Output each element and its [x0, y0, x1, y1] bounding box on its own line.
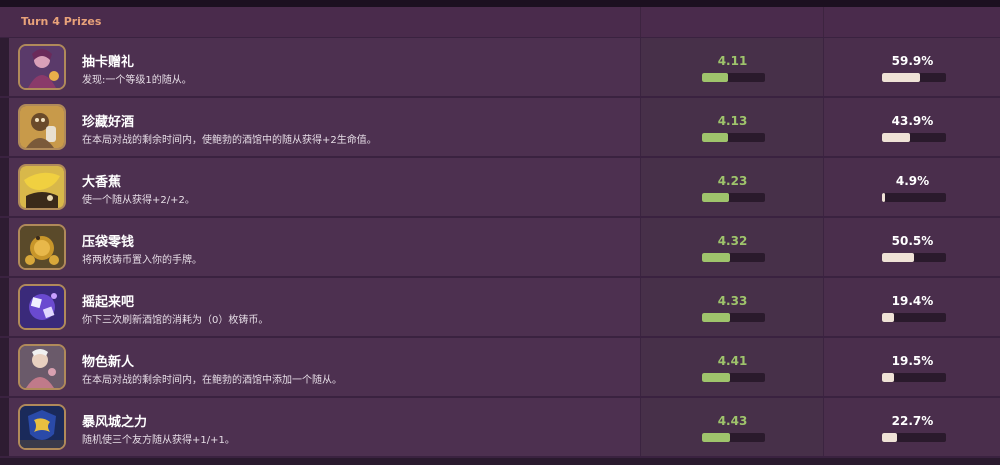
- new-recruit-portrait: [18, 344, 66, 390]
- big-banana-portrait: [18, 164, 66, 210]
- score-bar: [702, 133, 765, 142]
- pick-rate-cell: 43.9%: [823, 98, 1000, 156]
- score-cell: 4.33: [640, 278, 824, 336]
- score-bar: [702, 193, 765, 202]
- table-row[interactable]: 抽卡赠礼 发现:一个等级1的随从。 4.11 59.9%: [0, 38, 1000, 98]
- pick-rate-cell: 22.7%: [823, 398, 1000, 456]
- prize-name: 抽卡赠礼: [82, 55, 135, 70]
- prize-name: 压袋零钱: [82, 235, 135, 250]
- pick-rate-cell: 59.9%: [823, 38, 1000, 96]
- prize-name: 摇起来吧: [82, 295, 135, 310]
- pick-rate-cell: 19.4%: [823, 278, 1000, 336]
- pick-rate-bar-fill: [882, 73, 921, 82]
- prize-description: 随机使三个友方随从获得+1/+1。: [82, 435, 235, 446]
- score-cell: 4.43: [640, 398, 824, 456]
- pick-rate: 22.7%: [891, 414, 934, 428]
- score-bar-fill: [702, 433, 731, 442]
- prize-name: 大香蕉: [82, 175, 122, 190]
- prize-description: 发现:一个等级1的随从。: [82, 75, 192, 86]
- table-header: Turn 4 Prizes: [0, 7, 1000, 38]
- average-placement: 4.11: [717, 54, 748, 68]
- score-bar: [702, 253, 765, 262]
- prize-description: 将两枚铸币置入你的手牌。: [82, 255, 202, 266]
- pick-rate-bar: [882, 133, 946, 142]
- pick-rate-cell: 4.9%: [823, 158, 1000, 216]
- average-placement: 4.23: [717, 174, 748, 188]
- pick-rate-bar-fill: [882, 373, 895, 382]
- pick-rate-bar: [882, 193, 946, 202]
- pick-rate: 4.9%: [895, 174, 930, 188]
- pick-rate-bar-fill: [882, 193, 886, 202]
- prize-name: 暴风城之力: [82, 415, 148, 430]
- score-bar: [702, 433, 765, 442]
- pick-rate-bar-fill: [882, 253, 915, 262]
- average-placement: 4.32: [717, 234, 748, 248]
- pick-rate-bar: [882, 373, 946, 382]
- table-row[interactable]: 摇起来吧 你下三次刷新酒馆的消耗为（0）枚铸币。 4.33 19.4%: [0, 278, 1000, 338]
- prize-description: 使一个随从获得+2/+2。: [82, 195, 195, 206]
- pick-rate: 19.4%: [891, 294, 934, 308]
- pick-rate-cell: 19.5%: [823, 338, 1000, 396]
- pick-rate-bar: [882, 313, 946, 322]
- score-bar-fill: [702, 133, 729, 142]
- prize-description: 在本局对战的剩余时间内，在鲍勃的酒馆中添加一个随从。: [82, 375, 342, 386]
- score-bar: [702, 313, 765, 322]
- pick-rate-column-header[interactable]: [823, 7, 1000, 37]
- prize-name: 珍藏好酒: [82, 115, 135, 130]
- score-bar-fill: [702, 373, 731, 382]
- table-row[interactable]: 暴风城之力 随机使三个友方随从获得+1/+1。 4.43 22.7%: [0, 398, 1000, 458]
- pick-rate-bar: [882, 253, 946, 262]
- prize-description: 在本局对战的剩余时间内，使鲍勃的酒馆中的随从获得+2生命值。: [82, 135, 377, 146]
- prize-name: 物色新人: [82, 355, 135, 370]
- pick-rate-bar-fill: [882, 433, 897, 442]
- pick-rate-bar: [882, 433, 946, 442]
- score-bar: [702, 73, 765, 82]
- pick-rate-bar-fill: [882, 133, 911, 142]
- score-cell: 4.23: [640, 158, 824, 216]
- card-gift-portrait: [18, 44, 66, 90]
- pick-rate: 50.5%: [891, 234, 934, 248]
- table-row[interactable]: 大香蕉 使一个随从获得+2/+2。 4.23 4.9%: [0, 158, 1000, 218]
- score-bar-fill: [702, 313, 730, 322]
- pick-rate: 43.9%: [891, 114, 934, 128]
- stormwind-might-portrait: [18, 404, 66, 450]
- score-cell: 4.11: [640, 38, 824, 96]
- pick-rate: 19.5%: [891, 354, 934, 368]
- shake-it-portrait: [18, 284, 66, 330]
- pick-rate-cell: 50.5%: [823, 218, 1000, 276]
- score-cell: 4.32: [640, 218, 824, 276]
- score-bar-fill: [702, 73, 729, 82]
- pick-rate-bar-fill: [882, 313, 895, 322]
- pick-rate: 59.9%: [891, 54, 934, 68]
- table-row[interactable]: 珍藏好酒 在本局对战的剩余时间内，使鲍勃的酒馆中的随从获得+2生命值。 4.13…: [0, 98, 1000, 158]
- pocket-change-portrait: [18, 224, 66, 270]
- score-cell: 4.41: [640, 338, 824, 396]
- table-row[interactable]: 压袋零钱 将两枚铸币置入你的手牌。 4.32 50.5%: [0, 218, 1000, 278]
- average-placement: 4.33: [717, 294, 748, 308]
- score-cell: 4.13: [640, 98, 824, 156]
- page-title: Turn 4 Prizes: [21, 15, 102, 28]
- average-placement: 4.13: [717, 114, 748, 128]
- top-strip: [0, 0, 1000, 7]
- fine-wine-portrait: [18, 104, 66, 150]
- average-placement: 4.41: [717, 354, 748, 368]
- score-bar-fill: [702, 253, 730, 262]
- score-bar: [702, 373, 765, 382]
- score-column-header[interactable]: [640, 7, 824, 37]
- average-placement: 4.43: [717, 414, 748, 428]
- pick-rate-bar: [882, 73, 946, 82]
- score-bar-fill: [702, 193, 730, 202]
- table-row[interactable]: 物色新人 在本局对战的剩余时间内，在鲍勃的酒馆中添加一个随从。 4.41 19.…: [0, 338, 1000, 398]
- prize-description: 你下三次刷新酒馆的消耗为（0）枚铸币。: [82, 315, 269, 326]
